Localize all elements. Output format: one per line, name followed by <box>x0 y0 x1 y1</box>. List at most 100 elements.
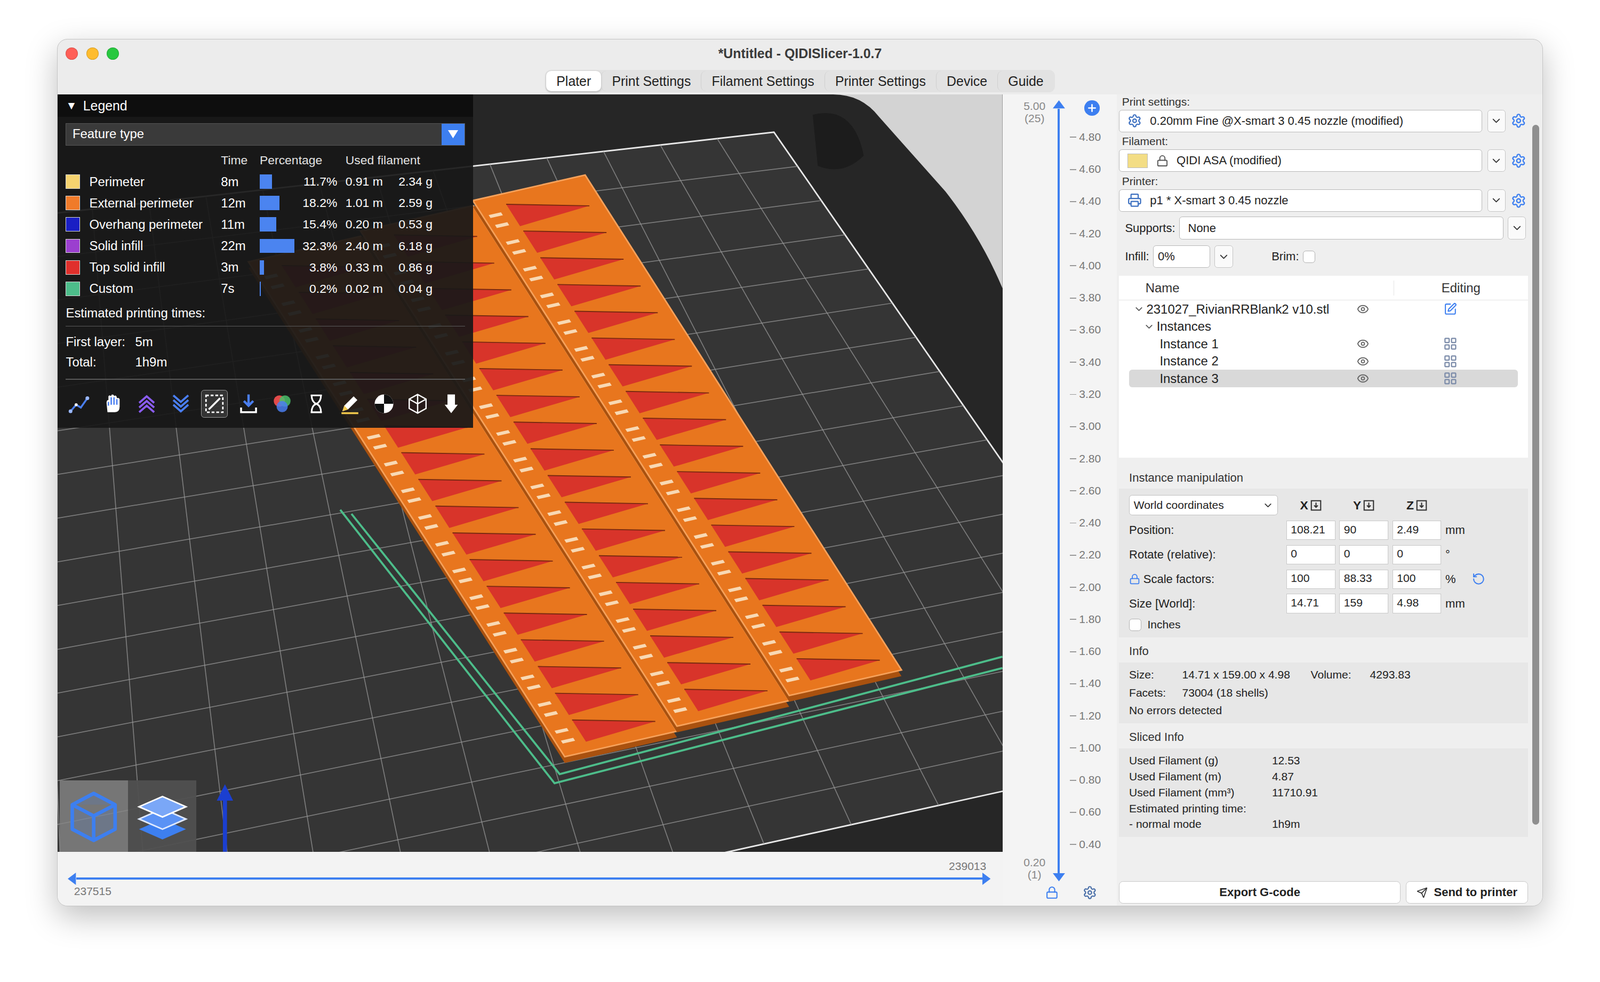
tab[interactable]: Printer Settings <box>824 70 936 92</box>
preset-select[interactable]: QIDI ASA (modified) <box>1118 149 1483 172</box>
toolbar-button[interactable] <box>201 389 228 418</box>
bottom-thumb-icon[interactable] <box>1052 873 1066 882</box>
value-field[interactable]: 14.71 <box>1286 593 1336 613</box>
value-field[interactable]: 0 <box>1286 545 1336 565</box>
end-thumb-icon[interactable] <box>982 872 991 885</box>
value-field[interactable]: 159 <box>1339 593 1389 613</box>
dropdown-button[interactable] <box>1487 109 1506 133</box>
preset-row: QIDI ASA (modified) <box>1118 149 1528 172</box>
value-field[interactable]: 4.98 <box>1392 593 1442 613</box>
gear-icon[interactable] <box>1082 885 1098 900</box>
layer-track[interactable] <box>1047 100 1070 882</box>
instance-settings-icon[interactable] <box>1443 371 1458 386</box>
brim-checkbox[interactable] <box>1302 250 1316 263</box>
expand-icon[interactable] <box>1133 303 1145 315</box>
object-row[interactable]: 231027_RivianRRBlank2 v10.stl <box>1129 300 1518 318</box>
add-color-change-button[interactable] <box>1084 100 1100 116</box>
lock-icon[interactable] <box>1045 885 1059 900</box>
move-track[interactable] <box>67 872 991 885</box>
value-field[interactable]: 100 <box>1392 569 1442 589</box>
value-field[interactable]: 88.33 <box>1339 569 1389 589</box>
coordinates-select[interactable]: World coordinates <box>1129 494 1278 516</box>
drop-to-bed-icon[interactable] <box>1310 499 1322 511</box>
start-thumb-icon[interactable] <box>67 872 76 885</box>
eye-icon[interactable] <box>1356 337 1370 350</box>
sliced-value: 4.87 <box>1272 770 1518 783</box>
view-type-select[interactable]: Feature type <box>65 123 465 146</box>
preset-label: Filament: <box>1118 134 1528 150</box>
chevron-down-icon <box>1490 194 1503 207</box>
feature-percentage: 0.2% <box>259 281 346 296</box>
axis-header: Y <box>1339 498 1389 513</box>
reset-icon[interactable] <box>1472 572 1486 586</box>
gear-icon[interactable] <box>1510 153 1527 169</box>
instance-row[interactable]: Instance 1 <box>1129 334 1518 353</box>
preset-select[interactable]: p1 * X-smart 3 0.45 nozzle <box>1118 189 1483 212</box>
instance-row[interactable]: Instance 2 <box>1129 352 1518 371</box>
tab[interactable]: Filament Settings <box>700 70 824 92</box>
toolbar-button[interactable] <box>336 389 364 418</box>
view-mode-button[interactable] <box>128 780 197 852</box>
toolbar-button[interactable] <box>370 389 398 418</box>
dropdown-button[interactable] <box>1487 149 1506 172</box>
minimize-button[interactable] <box>86 47 99 60</box>
scrollbar-thumb[interactable] <box>1532 124 1540 824</box>
value-field[interactable]: 0 <box>1339 545 1389 565</box>
preset-select[interactable]: 0.20mm Fine @X-smart 3 0.45 nozzle (modi… <box>1118 109 1483 133</box>
eye-icon[interactable] <box>1356 355 1370 368</box>
layer-ticks: 4.804.604.404.204.003.803.603.403.203.00… <box>1069 116 1117 882</box>
layer-fill <box>1057 108 1060 874</box>
instance-settings-icon[interactable] <box>1443 336 1458 351</box>
close-button[interactable] <box>65 47 78 60</box>
toolbar-button[interactable] <box>268 389 296 418</box>
value-field[interactable]: 108.21 <box>1286 520 1336 540</box>
export-button[interactable]: Export G-code <box>1118 881 1401 904</box>
toolbar-button[interactable] <box>133 389 160 418</box>
value-field[interactable]: 0 <box>1392 545 1442 565</box>
toolbar-button[interactable] <box>235 389 262 418</box>
edit-icon[interactable] <box>1443 302 1458 316</box>
value-field[interactable]: 2.49 <box>1392 520 1442 540</box>
instance-settings-icon[interactable] <box>1443 354 1458 369</box>
supports-select[interactable]: None <box>1179 216 1504 239</box>
eye-icon[interactable] <box>1356 372 1370 385</box>
dropdown-button[interactable] <box>1487 189 1506 212</box>
retractions-icon <box>135 392 158 415</box>
drop-to-bed-icon[interactable] <box>1416 499 1428 511</box>
value-field[interactable]: 90 <box>1339 520 1389 540</box>
legend-row: Custom7s0.2%0.02 m0.04 g <box>57 277 474 300</box>
dropdown-button[interactable] <box>1507 216 1526 239</box>
inches-checkbox[interactable] <box>1129 618 1142 631</box>
top-thumb-icon[interactable] <box>1052 100 1066 109</box>
gear-icon[interactable] <box>1510 193 1527 209</box>
tab[interactable]: Print Settings <box>601 70 701 92</box>
instances-row[interactable]: Instances <box>1129 317 1518 336</box>
tab[interactable]: Plater <box>546 70 602 92</box>
toolbar-button[interactable] <box>437 389 465 418</box>
toolbar-button[interactable] <box>65 389 93 418</box>
instance-row[interactable]: Instance 3 <box>1129 369 1518 388</box>
drop-to-bed-icon[interactable] <box>1363 499 1375 511</box>
toolbar-button[interactable] <box>302 389 330 418</box>
infill-field[interactable]: 0% <box>1153 245 1211 268</box>
expand-icon[interactable] <box>1143 321 1155 333</box>
window-controls <box>65 47 718 60</box>
dropdown-button[interactable] <box>1214 245 1233 268</box>
toolbar-button[interactable] <box>167 389 195 418</box>
legend-header[interactable]: ▼Legend <box>57 94 474 117</box>
tab[interactable]: Device <box>936 70 998 92</box>
tab[interactable]: Guide <box>997 70 1054 92</box>
toolbar-button[interactable] <box>404 389 431 418</box>
value-field[interactable]: 100 <box>1286 569 1336 589</box>
eye-icon[interactable] <box>1356 302 1370 316</box>
view-mode-button[interactable] <box>59 780 128 852</box>
zoom-button[interactable] <box>106 47 119 60</box>
column-header: Time <box>220 153 260 168</box>
toolbar-button[interactable] <box>99 389 127 418</box>
gear-icon[interactable] <box>1510 113 1527 129</box>
axis-header: Z <box>1392 498 1442 513</box>
dropdown-button[interactable] <box>441 123 464 146</box>
legend-toolbar <box>57 379 474 424</box>
send-button[interactable]: Send to printer <box>1405 881 1528 904</box>
lock-icon[interactable] <box>1129 573 1141 585</box>
